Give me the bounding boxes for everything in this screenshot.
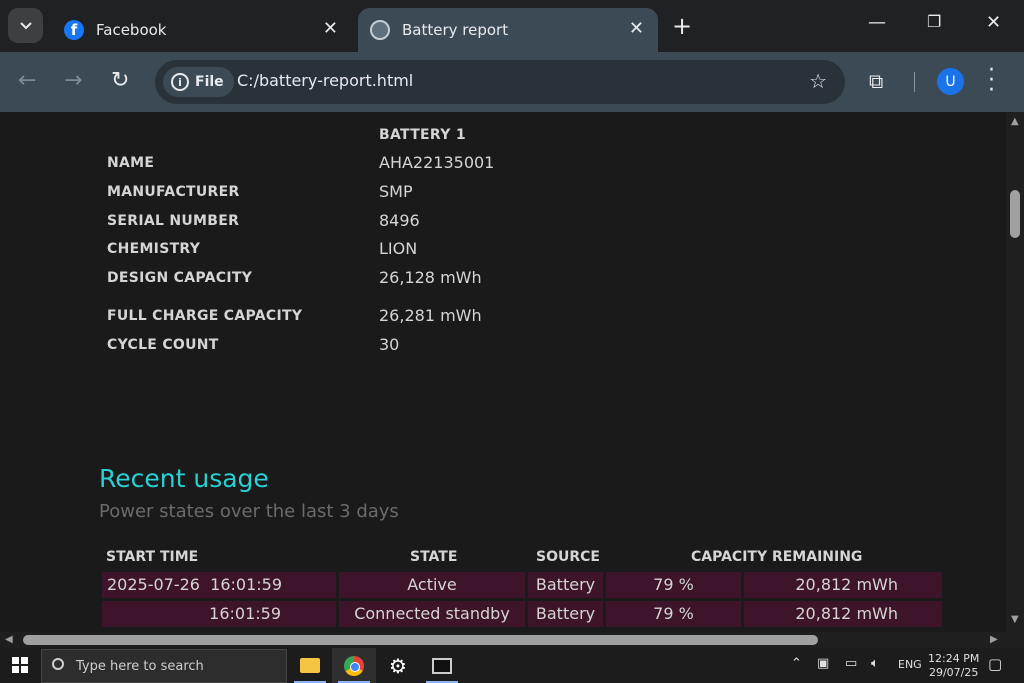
facebook-icon: f	[64, 20, 84, 40]
bookmark-star-icon[interactable]: ☆	[809, 69, 827, 93]
scroll-right-arrow-icon[interactable]: ▶	[990, 634, 998, 645]
file-explorer-button[interactable]	[288, 648, 332, 683]
chrome-icon	[344, 655, 364, 676]
battery-label: FULL CHARGE CAPACITY	[107, 308, 303, 324]
site-info-chip[interactable]: i File	[163, 67, 234, 97]
row-date: 2025-07-26	[107, 575, 200, 594]
battery-icon[interactable]: ▭	[845, 656, 857, 671]
volume-icon[interactable]: 🔈︎	[871, 656, 879, 671]
vertical-scrollbar[interactable]: ▲ ▼	[1006, 112, 1024, 632]
battery-value: 26,281 mWh	[379, 306, 482, 325]
notification-icon[interactable]: ▢	[988, 655, 1002, 673]
terminal-icon	[432, 657, 452, 674]
battery-label: SERIAL NUMBER	[107, 213, 240, 229]
language-indicator[interactable]: ENG	[898, 658, 922, 671]
scroll-up-arrow-icon[interactable]: ▲	[1011, 116, 1019, 127]
battery-label: NAME	[107, 155, 155, 171]
battery-value: AHA22135001	[379, 153, 495, 172]
source-cell: Battery	[528, 601, 603, 627]
battery-label: MANUFACTURER	[107, 184, 240, 200]
column-header: SOURCE	[536, 549, 600, 565]
battery-column-header: BATTERY 1	[379, 127, 466, 143]
column-header: CAPACITY REMAINING	[691, 549, 863, 565]
back-arrow-icon[interactable]: ←	[18, 68, 36, 93]
tab-battery-report[interactable]: Battery report ✕	[358, 8, 658, 52]
battery-value: 26,128 mWh	[379, 268, 482, 287]
horizontal-scrollbar[interactable]: ◀ ▶	[0, 632, 1006, 648]
windows-start-icon[interactable]	[12, 657, 28, 673]
mwh-cell: 20,812 mWh	[744, 601, 942, 627]
battery-value: 30	[379, 335, 400, 354]
scroll-left-arrow-icon[interactable]: ◀	[5, 634, 13, 645]
mwh-cell: 20,812 mWh	[744, 572, 942, 598]
tab-search-button[interactable]	[8, 8, 43, 43]
toolbar-divider	[914, 72, 915, 92]
page-content: BATTERY 1 NAME AHA22135001 MANUFACTURER …	[0, 112, 1006, 632]
start-time-cell: 2025-07-26 16:01:59	[102, 572, 336, 598]
percent-cell: 79 %	[606, 572, 741, 598]
vertical-scroll-thumb[interactable]	[1010, 190, 1020, 238]
close-icon[interactable]: ✕	[629, 18, 644, 39]
column-header: STATE	[410, 549, 458, 565]
browser-toolbar: ← → ↻ i File C:/battery-report.html ☆ ⧉ …	[0, 52, 1024, 112]
gear-icon: ⚙	[389, 653, 407, 678]
tab-facebook[interactable]: f Facebook ✕	[52, 8, 352, 52]
kebab-menu-icon[interactable]: · · ·	[988, 60, 995, 102]
address-bar[interactable]: i File C:/battery-report.html ☆	[155, 60, 845, 104]
window-close-icon[interactable]: ✕	[986, 12, 1001, 33]
url-text[interactable]: C:/battery-report.html	[237, 71, 413, 90]
minimize-icon[interactable]: —	[868, 12, 886, 33]
globe-icon	[370, 20, 390, 40]
state-cell: Connected standby	[339, 601, 525, 627]
taskbar-search-placeholder: Type here to search	[76, 658, 204, 674]
clock-time: 12:24 PM	[928, 652, 980, 665]
row-time: 16:01:59	[210, 575, 283, 594]
percent-cell: 79 %	[606, 601, 741, 627]
system-clock[interactable]: 12:24 PM 29/07/25	[928, 652, 979, 680]
taskbar: Type here to search ⚙ ⌃ ▣ ▭ 🔈︎ ENG 12:24…	[0, 648, 1024, 683]
info-icon: i	[171, 73, 189, 91]
forward-arrow-icon[interactable]: →	[64, 68, 82, 93]
battery-label: DESIGN CAPACITY	[107, 270, 253, 286]
tab-title: Battery report	[402, 21, 509, 39]
search-icon	[52, 658, 64, 670]
security-icon[interactable]: ▣	[817, 656, 829, 671]
scheme-label: File	[195, 74, 224, 90]
start-time-cell: 16:01:59	[102, 601, 336, 627]
chevron-up-icon[interactable]: ⌃	[791, 656, 802, 671]
state-cell: Active	[339, 572, 525, 598]
tab-strip: f Facebook ✕ Battery report ✕ + — ❐ ✕	[0, 0, 1024, 52]
battery-value: 8496	[379, 211, 420, 230]
source-cell: Battery	[528, 572, 603, 598]
scroll-down-arrow-icon[interactable]: ▼	[1011, 614, 1019, 625]
battery-value: LION	[379, 239, 418, 258]
row-time: 16:01:59	[209, 604, 281, 623]
new-tab-button[interactable]: +	[672, 12, 692, 40]
chrome-button[interactable]	[332, 648, 376, 683]
close-icon[interactable]: ✕	[323, 18, 338, 39]
taskbar-search-box[interactable]: Type here to search	[41, 649, 287, 683]
section-subtitle: Power states over the last 3 days	[99, 501, 399, 522]
chevron-down-icon	[19, 21, 32, 29]
battery-label: CHEMISTRY	[107, 241, 201, 257]
section-title: Recent usage	[99, 464, 269, 493]
profile-avatar[interactable]: U	[937, 68, 964, 95]
clock-date: 29/07/25	[928, 666, 979, 679]
battery-label: CYCLE COUNT	[107, 337, 219, 353]
battery-value: SMP	[379, 182, 413, 201]
terminal-button[interactable]	[420, 648, 464, 683]
column-header: START TIME	[106, 549, 199, 565]
horizontal-scroll-thumb[interactable]	[23, 635, 818, 645]
folder-icon	[300, 658, 320, 673]
tab-title: Facebook	[96, 21, 167, 39]
restore-icon[interactable]: ❐	[927, 12, 941, 31]
settings-button[interactable]: ⚙	[376, 648, 420, 683]
extensions-puzzle-icon[interactable]: ⧉	[869, 69, 883, 93]
reload-icon[interactable]: ↻	[111, 68, 129, 93]
